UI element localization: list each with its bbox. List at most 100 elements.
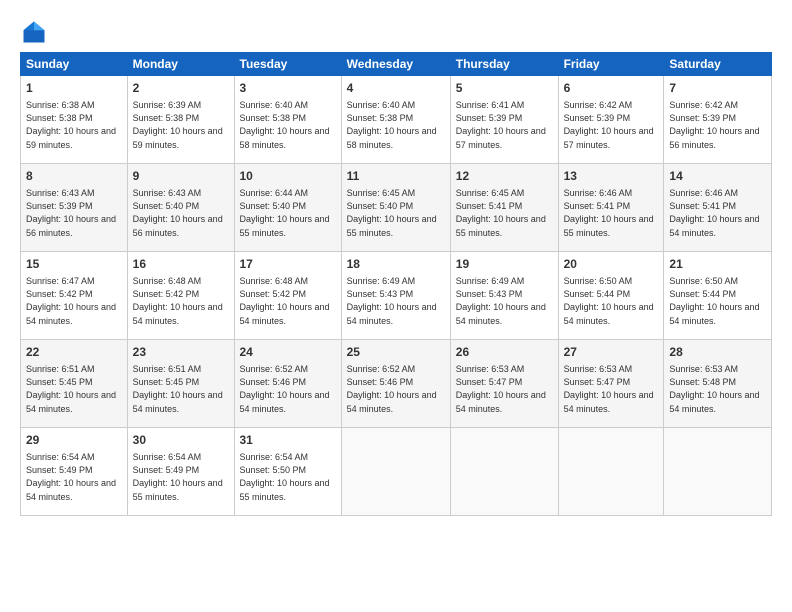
day-cell: 30 Sunrise: 6:54 AMSunset: 5:49 PMDaylig…: [127, 428, 234, 516]
day-info: Sunrise: 6:54 AMSunset: 5:49 PMDaylight:…: [26, 452, 116, 502]
day-cell: 9 Sunrise: 6:43 AMSunset: 5:40 PMDayligh…: [127, 164, 234, 252]
day-number: 8: [26, 168, 122, 185]
day-info: Sunrise: 6:46 AMSunset: 5:41 PMDaylight:…: [669, 188, 759, 238]
day-cell: 31 Sunrise: 6:54 AMSunset: 5:50 PMDaylig…: [234, 428, 341, 516]
day-cell: 11 Sunrise: 6:45 AMSunset: 5:40 PMDaylig…: [341, 164, 450, 252]
day-cell: 3 Sunrise: 6:40 AMSunset: 5:38 PMDayligh…: [234, 76, 341, 164]
day-cell: 25 Sunrise: 6:52 AMSunset: 5:46 PMDaylig…: [341, 340, 450, 428]
day-cell: [664, 428, 772, 516]
week-row-2: 8 Sunrise: 6:43 AMSunset: 5:39 PMDayligh…: [21, 164, 772, 252]
day-cell: 21 Sunrise: 6:50 AMSunset: 5:44 PMDaylig…: [664, 252, 772, 340]
day-info: Sunrise: 6:41 AMSunset: 5:39 PMDaylight:…: [456, 100, 546, 150]
day-number: 5: [456, 80, 553, 97]
day-cell: 26 Sunrise: 6:53 AMSunset: 5:47 PMDaylig…: [450, 340, 558, 428]
day-info: Sunrise: 6:38 AMSunset: 5:38 PMDaylight:…: [26, 100, 116, 150]
day-cell: 8 Sunrise: 6:43 AMSunset: 5:39 PMDayligh…: [21, 164, 128, 252]
day-info: Sunrise: 6:48 AMSunset: 5:42 PMDaylight:…: [133, 276, 223, 326]
day-cell: 2 Sunrise: 6:39 AMSunset: 5:38 PMDayligh…: [127, 76, 234, 164]
day-number: 4: [347, 80, 445, 97]
day-number: 10: [240, 168, 336, 185]
day-number: 15: [26, 256, 122, 273]
day-number: 27: [564, 344, 659, 361]
day-number: 13: [564, 168, 659, 185]
day-info: Sunrise: 6:52 AMSunset: 5:46 PMDaylight:…: [240, 364, 330, 414]
day-number: 14: [669, 168, 766, 185]
day-number: 29: [26, 432, 122, 449]
day-cell: 19 Sunrise: 6:49 AMSunset: 5:43 PMDaylig…: [450, 252, 558, 340]
day-cell: 1 Sunrise: 6:38 AMSunset: 5:38 PMDayligh…: [21, 76, 128, 164]
day-number: 1: [26, 80, 122, 97]
day-cell: [450, 428, 558, 516]
day-cell: [341, 428, 450, 516]
week-row-5: 29 Sunrise: 6:54 AMSunset: 5:49 PMDaylig…: [21, 428, 772, 516]
week-row-3: 15 Sunrise: 6:47 AMSunset: 5:42 PMDaylig…: [21, 252, 772, 340]
weekday-header-row: SundayMondayTuesdayWednesdayThursdayFrid…: [21, 53, 772, 76]
day-number: 20: [564, 256, 659, 273]
day-info: Sunrise: 6:43 AMSunset: 5:40 PMDaylight:…: [133, 188, 223, 238]
day-info: Sunrise: 6:48 AMSunset: 5:42 PMDaylight:…: [240, 276, 330, 326]
day-cell: 7 Sunrise: 6:42 AMSunset: 5:39 PMDayligh…: [664, 76, 772, 164]
day-number: 17: [240, 256, 336, 273]
day-cell: 17 Sunrise: 6:48 AMSunset: 5:42 PMDaylig…: [234, 252, 341, 340]
day-info: Sunrise: 6:42 AMSunset: 5:39 PMDaylight:…: [564, 100, 654, 150]
day-cell: 16 Sunrise: 6:48 AMSunset: 5:42 PMDaylig…: [127, 252, 234, 340]
day-info: Sunrise: 6:49 AMSunset: 5:43 PMDaylight:…: [347, 276, 437, 326]
weekday-header-monday: Monday: [127, 53, 234, 76]
day-info: Sunrise: 6:54 AMSunset: 5:49 PMDaylight:…: [133, 452, 223, 502]
day-number: 7: [669, 80, 766, 97]
day-cell: 6 Sunrise: 6:42 AMSunset: 5:39 PMDayligh…: [558, 76, 664, 164]
day-number: 25: [347, 344, 445, 361]
day-info: Sunrise: 6:51 AMSunset: 5:45 PMDaylight:…: [133, 364, 223, 414]
day-info: Sunrise: 6:54 AMSunset: 5:50 PMDaylight:…: [240, 452, 330, 502]
day-info: Sunrise: 6:42 AMSunset: 5:39 PMDaylight:…: [669, 100, 759, 150]
day-number: 11: [347, 168, 445, 185]
week-row-1: 1 Sunrise: 6:38 AMSunset: 5:38 PMDayligh…: [21, 76, 772, 164]
day-number: 30: [133, 432, 229, 449]
weekday-header-thursday: Thursday: [450, 53, 558, 76]
day-info: Sunrise: 6:39 AMSunset: 5:38 PMDaylight:…: [133, 100, 223, 150]
day-info: Sunrise: 6:44 AMSunset: 5:40 PMDaylight:…: [240, 188, 330, 238]
day-cell: 18 Sunrise: 6:49 AMSunset: 5:43 PMDaylig…: [341, 252, 450, 340]
day-number: 26: [456, 344, 553, 361]
day-info: Sunrise: 6:53 AMSunset: 5:48 PMDaylight:…: [669, 364, 759, 414]
day-cell: 27 Sunrise: 6:53 AMSunset: 5:47 PMDaylig…: [558, 340, 664, 428]
weekday-header-saturday: Saturday: [664, 53, 772, 76]
day-cell: [558, 428, 664, 516]
day-info: Sunrise: 6:47 AMSunset: 5:42 PMDaylight:…: [26, 276, 116, 326]
day-info: Sunrise: 6:50 AMSunset: 5:44 PMDaylight:…: [669, 276, 759, 326]
day-number: 9: [133, 168, 229, 185]
page: SundayMondayTuesdayWednesdayThursdayFrid…: [0, 0, 792, 612]
day-info: Sunrise: 6:45 AMSunset: 5:40 PMDaylight:…: [347, 188, 437, 238]
day-cell: 14 Sunrise: 6:46 AMSunset: 5:41 PMDaylig…: [664, 164, 772, 252]
day-info: Sunrise: 6:52 AMSunset: 5:46 PMDaylight:…: [347, 364, 437, 414]
day-cell: 5 Sunrise: 6:41 AMSunset: 5:39 PMDayligh…: [450, 76, 558, 164]
day-number: 21: [669, 256, 766, 273]
day-number: 28: [669, 344, 766, 361]
day-number: 3: [240, 80, 336, 97]
day-number: 22: [26, 344, 122, 361]
day-info: Sunrise: 6:46 AMSunset: 5:41 PMDaylight:…: [564, 188, 654, 238]
day-number: 24: [240, 344, 336, 361]
day-info: Sunrise: 6:43 AMSunset: 5:39 PMDaylight:…: [26, 188, 116, 238]
calendar-table: SundayMondayTuesdayWednesdayThursdayFrid…: [20, 52, 772, 516]
day-info: Sunrise: 6:53 AMSunset: 5:47 PMDaylight:…: [564, 364, 654, 414]
day-number: 18: [347, 256, 445, 273]
day-cell: 29 Sunrise: 6:54 AMSunset: 5:49 PMDaylig…: [21, 428, 128, 516]
day-cell: 20 Sunrise: 6:50 AMSunset: 5:44 PMDaylig…: [558, 252, 664, 340]
day-cell: 13 Sunrise: 6:46 AMSunset: 5:41 PMDaylig…: [558, 164, 664, 252]
day-number: 16: [133, 256, 229, 273]
logo: [20, 18, 52, 46]
day-cell: 10 Sunrise: 6:44 AMSunset: 5:40 PMDaylig…: [234, 164, 341, 252]
day-info: Sunrise: 6:51 AMSunset: 5:45 PMDaylight:…: [26, 364, 116, 414]
day-cell: 24 Sunrise: 6:52 AMSunset: 5:46 PMDaylig…: [234, 340, 341, 428]
weekday-header-wednesday: Wednesday: [341, 53, 450, 76]
day-info: Sunrise: 6:50 AMSunset: 5:44 PMDaylight:…: [564, 276, 654, 326]
logo-icon: [20, 18, 48, 46]
day-info: Sunrise: 6:40 AMSunset: 5:38 PMDaylight:…: [240, 100, 330, 150]
day-info: Sunrise: 6:53 AMSunset: 5:47 PMDaylight:…: [456, 364, 546, 414]
weekday-header-friday: Friday: [558, 53, 664, 76]
day-number: 6: [564, 80, 659, 97]
day-cell: 15 Sunrise: 6:47 AMSunset: 5:42 PMDaylig…: [21, 252, 128, 340]
weekday-header-tuesday: Tuesday: [234, 53, 341, 76]
day-cell: 23 Sunrise: 6:51 AMSunset: 5:45 PMDaylig…: [127, 340, 234, 428]
